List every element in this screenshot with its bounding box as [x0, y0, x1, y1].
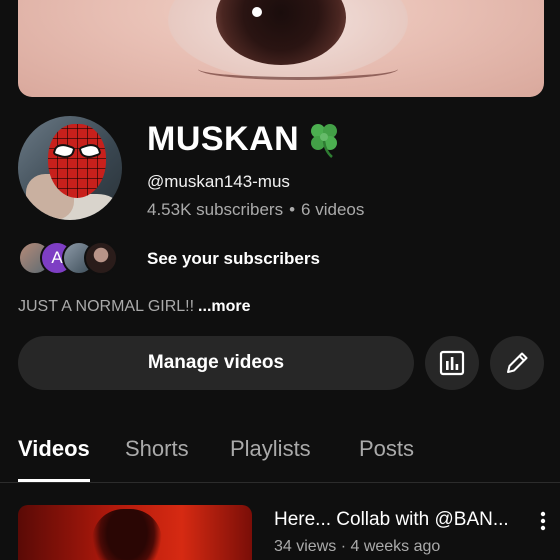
tab-videos[interactable]: Videos: [18, 436, 90, 462]
analytics-button[interactable]: [425, 336, 479, 390]
subscriber-avatars[interactable]: A: [18, 240, 118, 276]
channel-avatar[interactable]: [18, 116, 122, 220]
channel-description[interactable]: JUST A NORMAL GIRL!! ...more: [18, 298, 251, 316]
description-text: JUST A NORMAL GIRL!!: [18, 298, 195, 315]
four-leaf-clover-icon: [311, 124, 337, 158]
subscriber-avatar: [84, 241, 118, 275]
video-title[interactable]: Here... Collab with @BAN...: [274, 509, 509, 531]
manage-videos-button[interactable]: Manage videos: [18, 336, 414, 390]
divider: [0, 482, 560, 483]
video-count: 6 videos: [301, 200, 365, 219]
channel-stats: 4.53K subscribers • 6 videos: [147, 200, 364, 220]
see-subscribers-link[interactable]: See your subscribers: [147, 249, 320, 269]
channel-name: MUSKAN: [147, 120, 300, 158]
more-options-icon[interactable]: [536, 510, 550, 532]
edit-channel-button[interactable]: [490, 336, 544, 390]
more-link[interactable]: ...more: [198, 298, 250, 315]
video-meta: 34 views · 4 weeks ago: [274, 538, 441, 555]
tab-shorts[interactable]: Shorts: [125, 436, 189, 462]
tab-playlists[interactable]: Playlists: [230, 436, 311, 462]
channel-tabs: Videos Shorts Playlists Posts: [0, 432, 560, 482]
separator-dot: •: [289, 200, 296, 219]
subscriber-count: 4.53K subscribers: [147, 200, 284, 219]
analytics-icon: [439, 350, 465, 376]
pencil-icon: [507, 352, 528, 373]
channel-banner: [18, 0, 544, 97]
video-thumbnail[interactable]: [18, 505, 252, 560]
channel-handle: @muskan143-mus: [147, 172, 290, 191]
tab-posts[interactable]: Posts: [359, 436, 414, 462]
